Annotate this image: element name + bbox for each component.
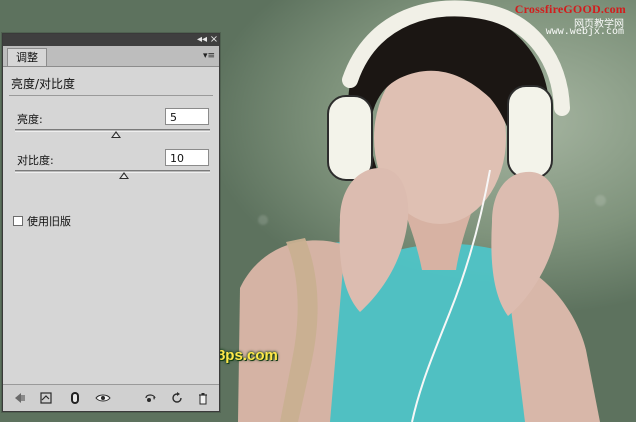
- headphone-left: [327, 95, 373, 181]
- top-watermark-url: www.webjx.com: [545, 26, 624, 37]
- use-legacy-label: 使用旧版: [27, 215, 71, 228]
- panel-tabbar: 调整 ▾≡: [3, 46, 219, 67]
- view-previous-state-icon[interactable]: [143, 391, 159, 405]
- layer-mask-icon[interactable]: [67, 391, 83, 405]
- headphone-right: [507, 85, 553, 179]
- collapse-panel-button[interactable]: ◂◂: [195, 35, 209, 45]
- brightness-slider-thumb[interactable]: [111, 131, 122, 138]
- use-legacy-checkbox[interactable]: [13, 216, 23, 226]
- back-arrow-icon[interactable]: [11, 391, 27, 405]
- contrast-input[interactable]: 10: [165, 149, 209, 166]
- brightness-input[interactable]: 5: [165, 108, 209, 125]
- reset-icon[interactable]: [169, 391, 185, 405]
- contrast-slider-track[interactable]: [15, 170, 210, 173]
- adjustments-panel: ◂◂ × 调整 ▾≡ 亮度/对比度 亮度: 5 对比度: 10 使用旧版: [2, 33, 220, 412]
- panel-bottom-toolbar: [3, 384, 219, 411]
- legacy-option-row: 使用旧版: [13, 213, 71, 229]
- contrast-slider-thumb[interactable]: [119, 172, 130, 179]
- contrast-label: 对比度:: [17, 154, 54, 167]
- adjustment-title: 亮度/对比度: [11, 77, 76, 91]
- tab-adjustments[interactable]: 调整: [7, 48, 47, 66]
- title-separator: [9, 95, 213, 96]
- close-panel-button[interactable]: ×: [209, 35, 219, 45]
- clip-to-layer-icon[interactable]: [39, 391, 55, 405]
- delete-icon[interactable]: [195, 391, 211, 405]
- brightness-label: 亮度:: [17, 113, 43, 126]
- visibility-eye-icon[interactable]: [95, 391, 111, 405]
- panel-titlebar: ◂◂ ×: [3, 34, 219, 46]
- panel-menu-button[interactable]: ▾≡: [201, 49, 217, 63]
